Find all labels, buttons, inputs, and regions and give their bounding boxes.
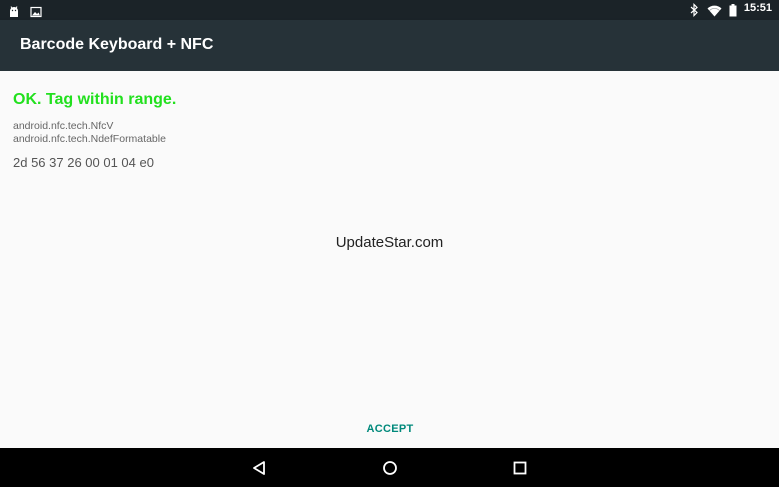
navigation-bar — [0, 448, 779, 487]
image-icon — [30, 3, 42, 18]
status-bar-left — [8, 3, 42, 18]
battery-icon — [729, 2, 737, 17]
clock: 15:51 — [743, 2, 772, 14]
tag-id: 2d 56 37 26 00 01 04 e0 — [13, 155, 154, 170]
tech-list-item: android.nfc.tech.NfcV — [13, 120, 114, 132]
watermark: UpdateStar.com — [335, 234, 444, 251]
back-icon[interactable] — [248, 457, 270, 479]
status-bar-right: 15:51 — [688, 2, 772, 17]
app-bar: Barcode Keyboard + NFC — [0, 20, 779, 71]
tech-list-item: android.nfc.tech.NdefFormatable — [13, 133, 166, 145]
android-icon — [8, 3, 20, 17]
wifi-icon — [707, 2, 722, 17]
status-bar: 15:51 — [0, 0, 779, 20]
app-title: Barcode Keyboard + NFC — [20, 36, 214, 53]
accept-button[interactable]: ACCEPT — [356, 416, 424, 442]
main-content: OK. Tag within range. android.nfc.tech.N… — [0, 71, 779, 448]
tag-status-message: OK. Tag within range. — [13, 91, 177, 108]
home-icon[interactable] — [379, 457, 401, 479]
recents-icon[interactable] — [509, 457, 531, 479]
tech-list: android.nfc.tech.NfcV android.nfc.tech.N… — [13, 120, 166, 146]
bluetooth-icon — [688, 2, 700, 17]
